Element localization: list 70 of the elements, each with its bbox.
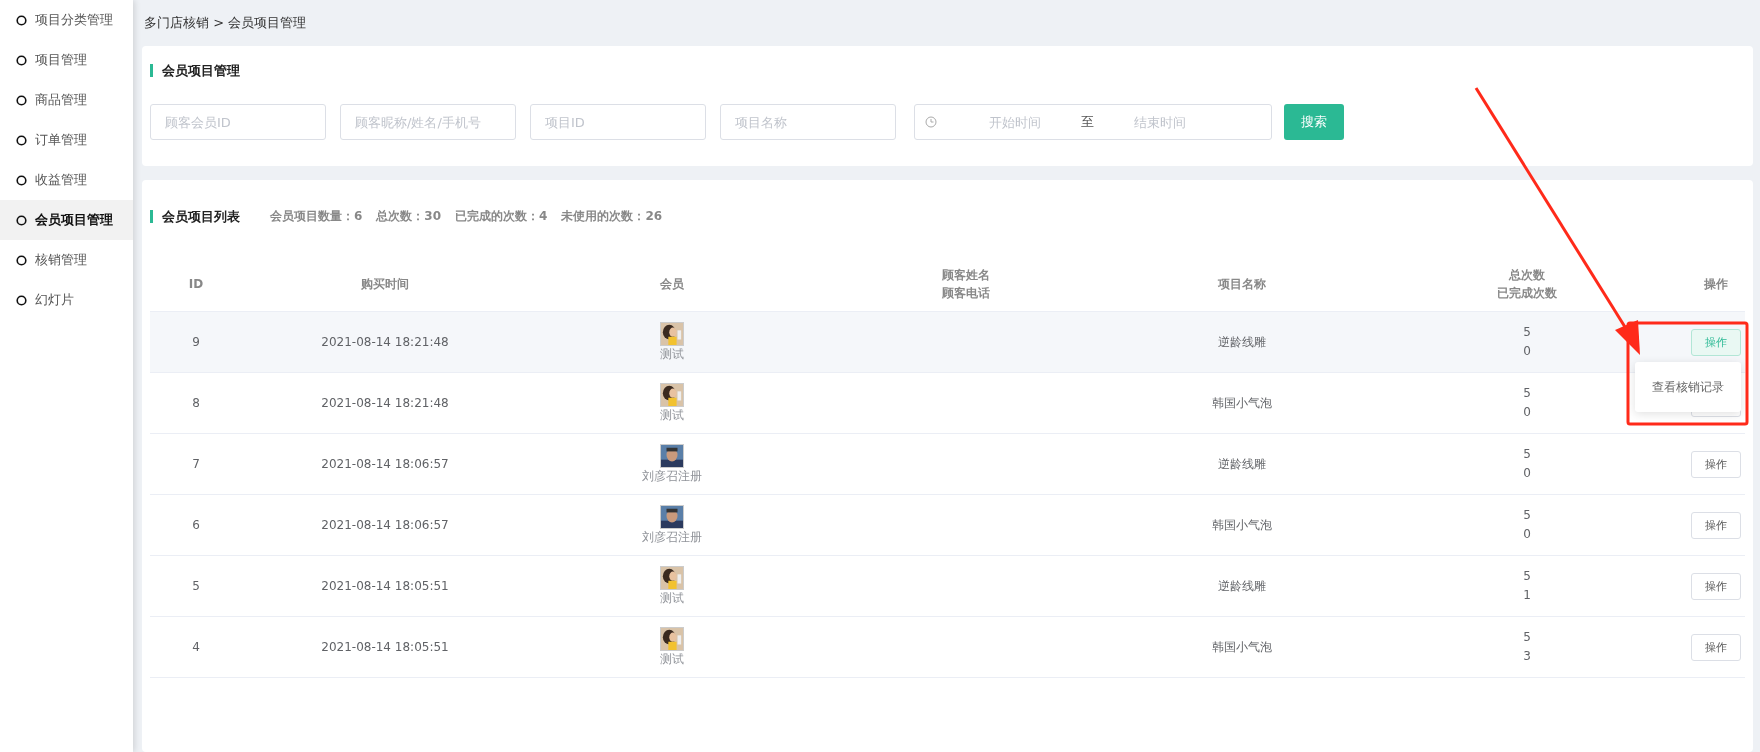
breadcrumb: 多门店核销 > 会员项目管理 (144, 14, 307, 32)
sidebar-item[interactable]: 项目管理 (0, 40, 133, 80)
circle-icon (16, 134, 27, 146)
circle-icon (16, 94, 27, 106)
section-title: 会员项目列表 (150, 209, 240, 223)
action-button[interactable]: 操作 (1690, 633, 1741, 661)
member-name: 测试 (660, 407, 684, 423)
circle-icon (16, 54, 27, 66)
stat-text: 总次数：30 (376, 207, 442, 225)
table-cell-text: 3 (1523, 648, 1531, 665)
table-cell-text: 0 (1523, 465, 1531, 482)
sidebar-item[interactable]: 核销管理 (0, 240, 133, 280)
sidebar-item[interactable]: 会员项目管理 (0, 200, 133, 240)
sidebar-item[interactable]: 收益管理 (0, 160, 133, 200)
member-name: 测试 (660, 651, 684, 667)
table-cell-text: 5 (1523, 568, 1531, 585)
member-name: 测试 (660, 346, 684, 362)
table-cell-text: 8 (192, 394, 200, 412)
table-cell-text: 2021-08-14 18:05:51 (321, 638, 449, 656)
action-button[interactable]: 操作 (1690, 511, 1741, 539)
table-cell-text: 逆龄线雕 (1218, 577, 1266, 595)
circle-icon (16, 214, 27, 226)
clock-icon (925, 116, 937, 128)
table-cell-text: 2021-08-14 18:05:51 (321, 577, 449, 595)
table-cell-text: 5 (1523, 385, 1531, 402)
table-cell-text: 7 (192, 455, 200, 473)
table-cell-text: 2021-08-14 18:21:48 (321, 394, 449, 412)
input-field[interactable]: 顾客会员ID (150, 104, 326, 140)
table-cell-text: 逆龄线雕 (1218, 333, 1266, 351)
member-name: 测试 (660, 590, 684, 606)
input-field[interactable]: 顾客昵称/姓名/手机号 (340, 104, 516, 140)
table-cell-text: 9 (192, 333, 200, 351)
circle-icon (16, 14, 27, 26)
sidebar-item[interactable]: 幻灯片 (0, 280, 133, 320)
member-name: 刘彦召注册 (642, 529, 702, 545)
table-cell-text: 6 (192, 516, 200, 534)
sidebar-item[interactable]: 商品管理 (0, 80, 133, 120)
input-field[interactable]: 项目ID (530, 104, 706, 140)
table-cell-text: 逆龄线雕 (1218, 455, 1266, 473)
table-cell-text: 0 (1523, 404, 1531, 421)
range-separator: 至 (1080, 113, 1095, 131)
table-cell-text: 5 (1523, 507, 1531, 524)
table-cell-text: 2021-08-14 18:06:57 (321, 455, 449, 473)
member-name: 刘彦召注册 (642, 468, 702, 484)
stat-text: 未使用的次数：26 (561, 207, 663, 225)
table-cell-text: 5 (1523, 446, 1531, 463)
table-cell-text: 0 (1523, 526, 1531, 543)
input-field[interactable]: 项目名称 (720, 104, 896, 140)
stat-text: 会员项目数量：6 (270, 207, 363, 225)
stat-text: 已完成的次数：4 (455, 207, 548, 225)
table-cell-text: 0 (1523, 343, 1531, 360)
table-cell-text: 韩国小气泡 (1212, 394, 1272, 412)
circle-icon (16, 254, 27, 266)
sidebar-item[interactable]: 项目分类管理 (0, 0, 133, 40)
circle-icon (16, 294, 27, 306)
table-cell-text: 2021-08-14 18:21:48 (321, 333, 449, 351)
table-cell-text: 5 (1523, 324, 1531, 341)
table-cell-text: 2021-08-14 18:06:57 (321, 516, 449, 534)
table-cell-text: 1 (1523, 587, 1531, 604)
table-cell-text: 韩国小气泡 (1212, 638, 1272, 656)
sidebar-item[interactable]: 订单管理 (0, 120, 133, 160)
table-cell-text: 5 (1523, 629, 1531, 646)
menu-item[interactable]: 查看核销记录 (1652, 378, 1724, 396)
table-cell-text: 韩国小气泡 (1212, 516, 1272, 534)
action-button[interactable]: 操作 (1690, 572, 1741, 600)
action-button[interactable]: 操作 (1690, 450, 1741, 478)
section-title: 会员项目管理 (150, 63, 240, 77)
table-cell-text: 5 (192, 577, 200, 595)
table-cell-text: 4 (192, 638, 200, 656)
circle-icon (16, 174, 27, 186)
